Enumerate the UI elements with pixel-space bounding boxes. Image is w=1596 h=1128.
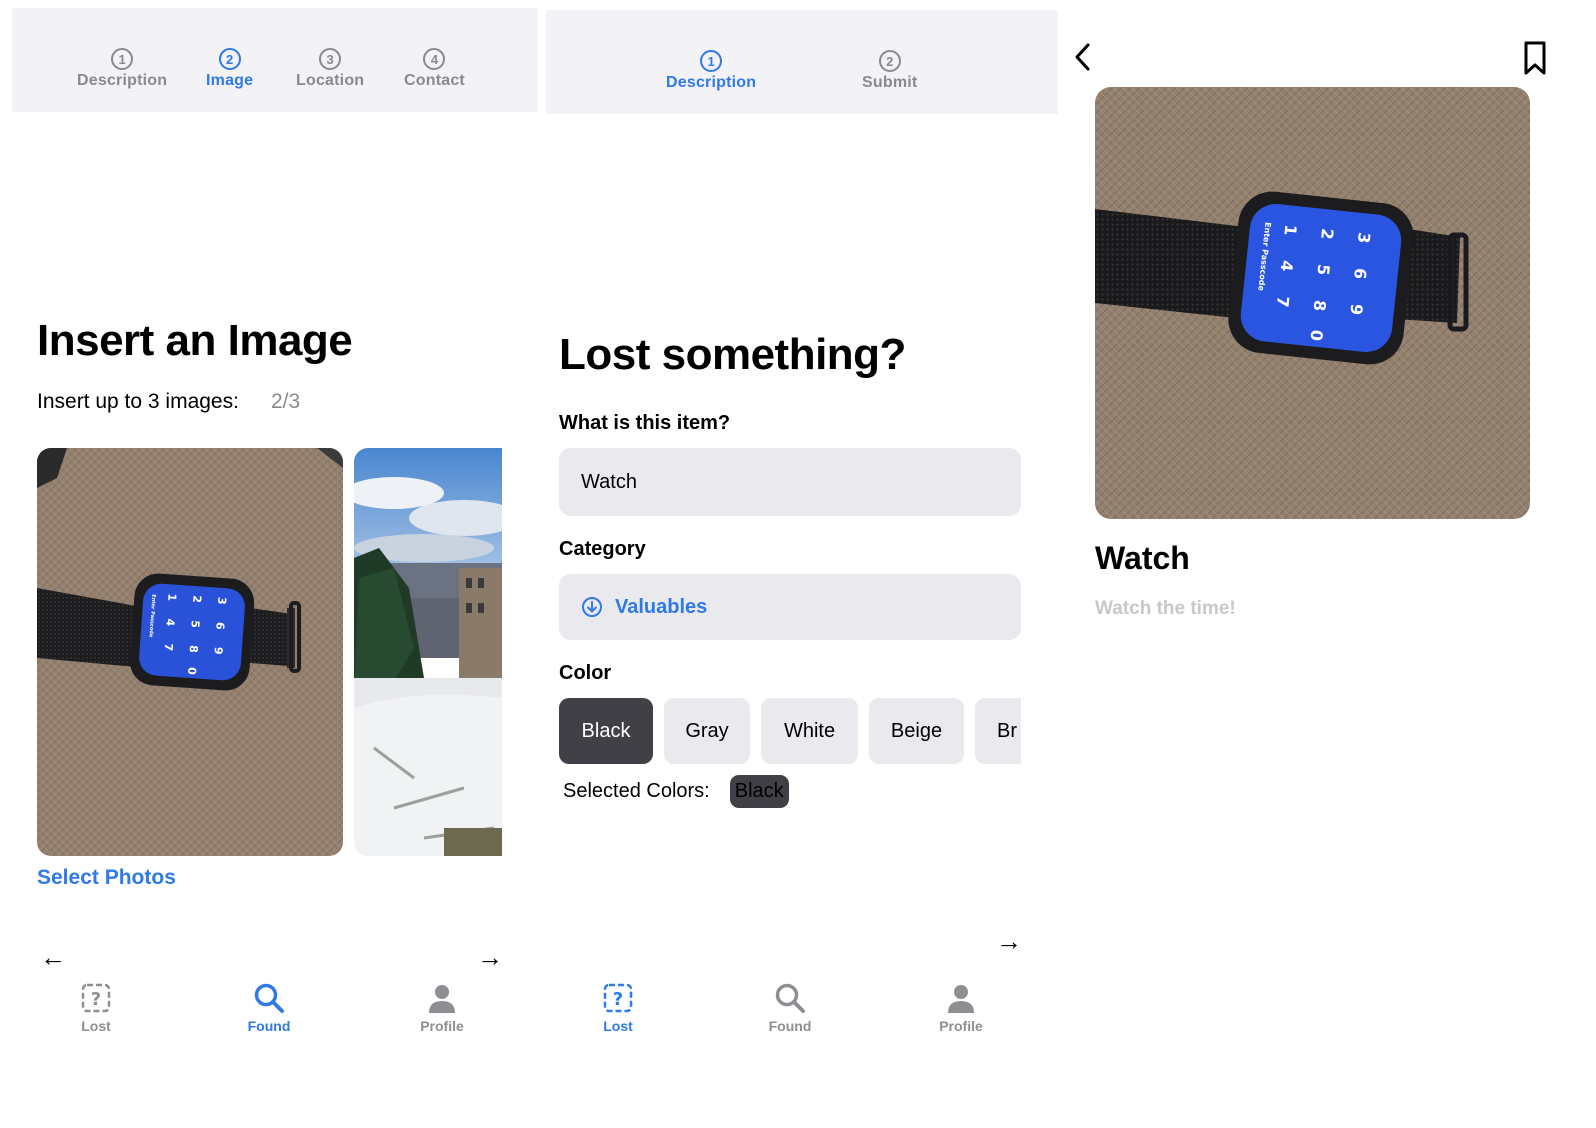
selected-color-badge[interactable]: Black xyxy=(729,775,789,808)
watch-digit: 1 xyxy=(165,593,179,602)
person-icon xyxy=(948,985,974,1013)
color-chip-brown[interactable]: Br xyxy=(975,698,1021,764)
step-number-circle: 3 xyxy=(319,48,342,70)
item-name-field[interactable]: Watch xyxy=(559,448,1021,516)
tab-profile[interactable]: Profile xyxy=(911,982,1011,1034)
person-icon xyxy=(429,985,455,1013)
step-contact[interactable]: 4 Contact xyxy=(404,48,465,90)
item-photo[interactable]: 3 6 9 2 5 8 1 4 7 0 Enter Passcode xyxy=(1095,87,1530,519)
page-title: Lost something? xyxy=(559,330,906,379)
watch-photo-image: 3 6 9 2 5 8 1 4 7 0 Enter Passcode xyxy=(1095,87,1530,519)
color-label: Color xyxy=(559,662,612,684)
watch-digit: 9 xyxy=(1346,303,1366,316)
step-image[interactable]: 2 Image xyxy=(206,48,253,90)
image-step-screen: 1 Description 2 Image 3 Location 4 Conta… xyxy=(0,0,540,1128)
step-number-circle: 1 xyxy=(700,50,723,72)
watch-digit: 2 xyxy=(1317,227,1337,240)
color-chip-black[interactable]: Black xyxy=(559,698,653,764)
watch-digit: 5 xyxy=(188,620,202,629)
step-progress-bar: 1 Description 2 Image 3 Location 4 Conta… xyxy=(12,8,538,112)
question-square-icon: ? xyxy=(81,983,111,1013)
watch-photo-image: 3 6 9 2 5 8 1 4 7 0 Enter Passcode xyxy=(37,448,343,856)
step-location[interactable]: 3 Location xyxy=(296,48,364,90)
watch-digit: 4 xyxy=(163,618,177,627)
watch-digit: 9 xyxy=(212,646,226,655)
image-count-row: Insert up to 3 images: 2/3 xyxy=(37,390,300,414)
step-description[interactable]: 1 Description xyxy=(77,48,167,90)
color-chip-beige[interactable]: Beige xyxy=(869,698,964,764)
item-name-value: Watch xyxy=(581,470,637,493)
step-label: Description xyxy=(77,72,168,89)
tab-found[interactable]: Found xyxy=(219,982,319,1034)
color-chip-row: Black Gray White Beige Br xyxy=(559,698,1021,766)
color-chip-gray[interactable]: Gray xyxy=(664,698,750,764)
tab-label: Found xyxy=(768,1018,812,1034)
category-value: Valuables xyxy=(615,595,708,618)
step-progress-bar: 1 Description 2 Submit xyxy=(546,10,1058,114)
watch-digit: 7 xyxy=(162,643,176,652)
step-label: Contact xyxy=(404,72,465,89)
bookmark-icon[interactable] xyxy=(1522,40,1548,76)
watch-digit: 1 xyxy=(1280,224,1300,237)
tab-lost[interactable]: ? Lost xyxy=(46,982,146,1034)
step-label: Submit xyxy=(862,74,918,91)
svg-text:?: ? xyxy=(91,989,101,1010)
watch-digit: 6 xyxy=(1350,267,1370,280)
step-number-circle: 1 xyxy=(111,48,134,70)
tab-profile[interactable]: Profile xyxy=(392,982,492,1034)
select-photos-button[interactable]: Select Photos xyxy=(37,866,176,890)
tab-label: Found xyxy=(247,1018,291,1034)
watch-digit: 3 xyxy=(215,597,229,606)
chevron-down-circle-icon xyxy=(582,597,602,617)
svg-text:?: ? xyxy=(613,989,623,1010)
tab-label: Profile xyxy=(420,1018,464,1034)
magnifier-icon xyxy=(775,983,805,1013)
tab-lost[interactable]: ? Lost xyxy=(568,982,668,1034)
image-count-value: 2/3 xyxy=(270,390,301,413)
back-arrow-icon[interactable]: ← xyxy=(40,944,66,970)
watch-digit: 6 xyxy=(213,621,227,630)
step-number-circle: 4 xyxy=(423,48,446,70)
step-number-circle: 2 xyxy=(878,50,901,72)
watch-digit: 4 xyxy=(1277,259,1297,272)
step-label: Description xyxy=(666,74,757,91)
category-label: Category xyxy=(559,538,646,560)
step-submit[interactable]: 2 Submit xyxy=(862,50,917,92)
back-chevron-icon[interactable] xyxy=(1070,42,1096,72)
page-title: Insert an Image xyxy=(37,316,353,365)
question-square-icon: ? xyxy=(603,983,633,1013)
watch-digit: 8 xyxy=(1310,299,1330,312)
category-dropdown[interactable]: Valuables xyxy=(559,574,1021,640)
selected-colors-row: Selected Colors: Black xyxy=(563,775,789,808)
step-number-circle: 2 xyxy=(218,48,241,70)
watch-digit: 0 xyxy=(185,667,199,676)
selected-photo-watch[interactable]: 3 6 9 2 5 8 1 4 7 0 Enter Passcode xyxy=(37,448,343,856)
image-count-label: Insert up to 3 images: xyxy=(37,390,239,413)
item-description: Watch the time! xyxy=(1095,598,1236,619)
watch-digit: 2 xyxy=(190,595,204,604)
selected-colors-label: Selected Colors: xyxy=(563,780,710,802)
next-arrow-icon[interactable]: → xyxy=(996,928,1022,954)
step-description[interactable]: 1 Description xyxy=(666,50,756,92)
watch-digit: 3 xyxy=(1354,231,1374,244)
tab-label: Profile xyxy=(939,1018,983,1034)
step-label: Location xyxy=(296,72,365,89)
magnifier-icon xyxy=(254,983,284,1013)
selected-photo-landscape[interactable] xyxy=(354,448,502,856)
watch-digit: 0 xyxy=(1306,329,1326,342)
tab-label: Lost xyxy=(603,1018,633,1034)
next-arrow-icon[interactable]: → xyxy=(477,944,503,970)
watch-digit: 5 xyxy=(1313,263,1333,276)
tab-label: Lost xyxy=(81,1018,111,1034)
item-title: Watch xyxy=(1095,540,1190,576)
item-name-label: What is this item? xyxy=(559,412,731,434)
watch-digit: 8 xyxy=(187,645,201,654)
landscape-photo-image xyxy=(354,448,502,856)
watch-digit: 7 xyxy=(1273,295,1293,308)
lost-item-screen: 1 Description 2 Submit Lost something? W… xyxy=(540,0,1070,1128)
step-label: Image xyxy=(206,72,254,89)
color-chip-white[interactable]: White xyxy=(761,698,858,764)
item-detail-screen: 3 6 9 2 5 8 1 4 7 0 Enter Passcode Watch… xyxy=(1070,0,1596,1128)
tab-found[interactable]: Found xyxy=(740,982,840,1034)
